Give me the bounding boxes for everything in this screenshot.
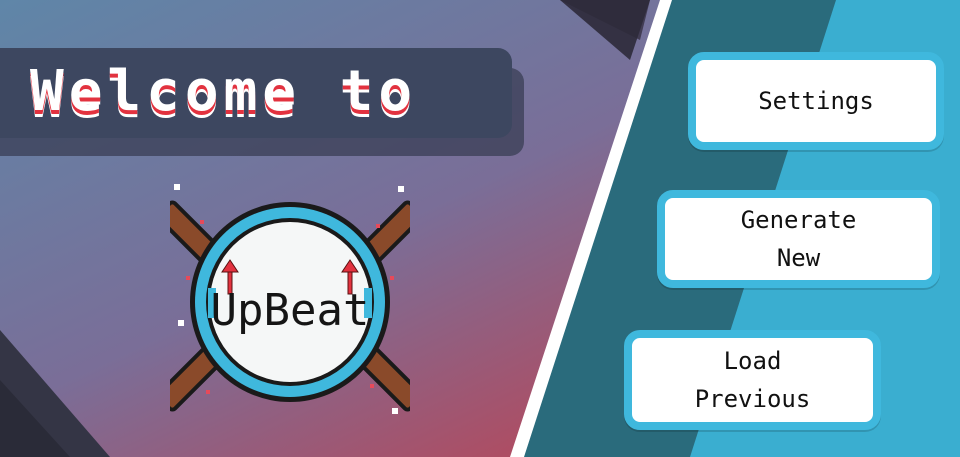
upbeat-logo: UpBeat — [156, 180, 424, 420]
load-previous-label-line2: Previous — [694, 385, 811, 413]
load-previous-label-line1: Load — [723, 347, 782, 375]
generate-new-button[interactable]: Generate New — [657, 190, 940, 288]
generate-new-label: Generate New — [741, 201, 857, 277]
generate-new-label-line2: New — [776, 244, 821, 272]
generate-new-label-line1: Generate — [740, 206, 857, 234]
logo-text: UpBeat — [211, 285, 370, 336]
main-menu-screen: Welcome to UpBeat Settings Generate New … — [0, 0, 960, 457]
load-previous-label: Load Previous — [695, 342, 811, 418]
drum-logo-icon: UpBeat — [156, 184, 424, 414]
welcome-title: Welcome to — [30, 59, 418, 124]
title-banner-plate: Welcome to — [0, 48, 512, 138]
load-previous-button[interactable]: Load Previous — [624, 330, 881, 430]
settings-button[interactable]: Settings — [688, 52, 944, 150]
settings-button-label: Settings — [758, 87, 874, 115]
title-banner: Welcome to — [0, 48, 524, 156]
